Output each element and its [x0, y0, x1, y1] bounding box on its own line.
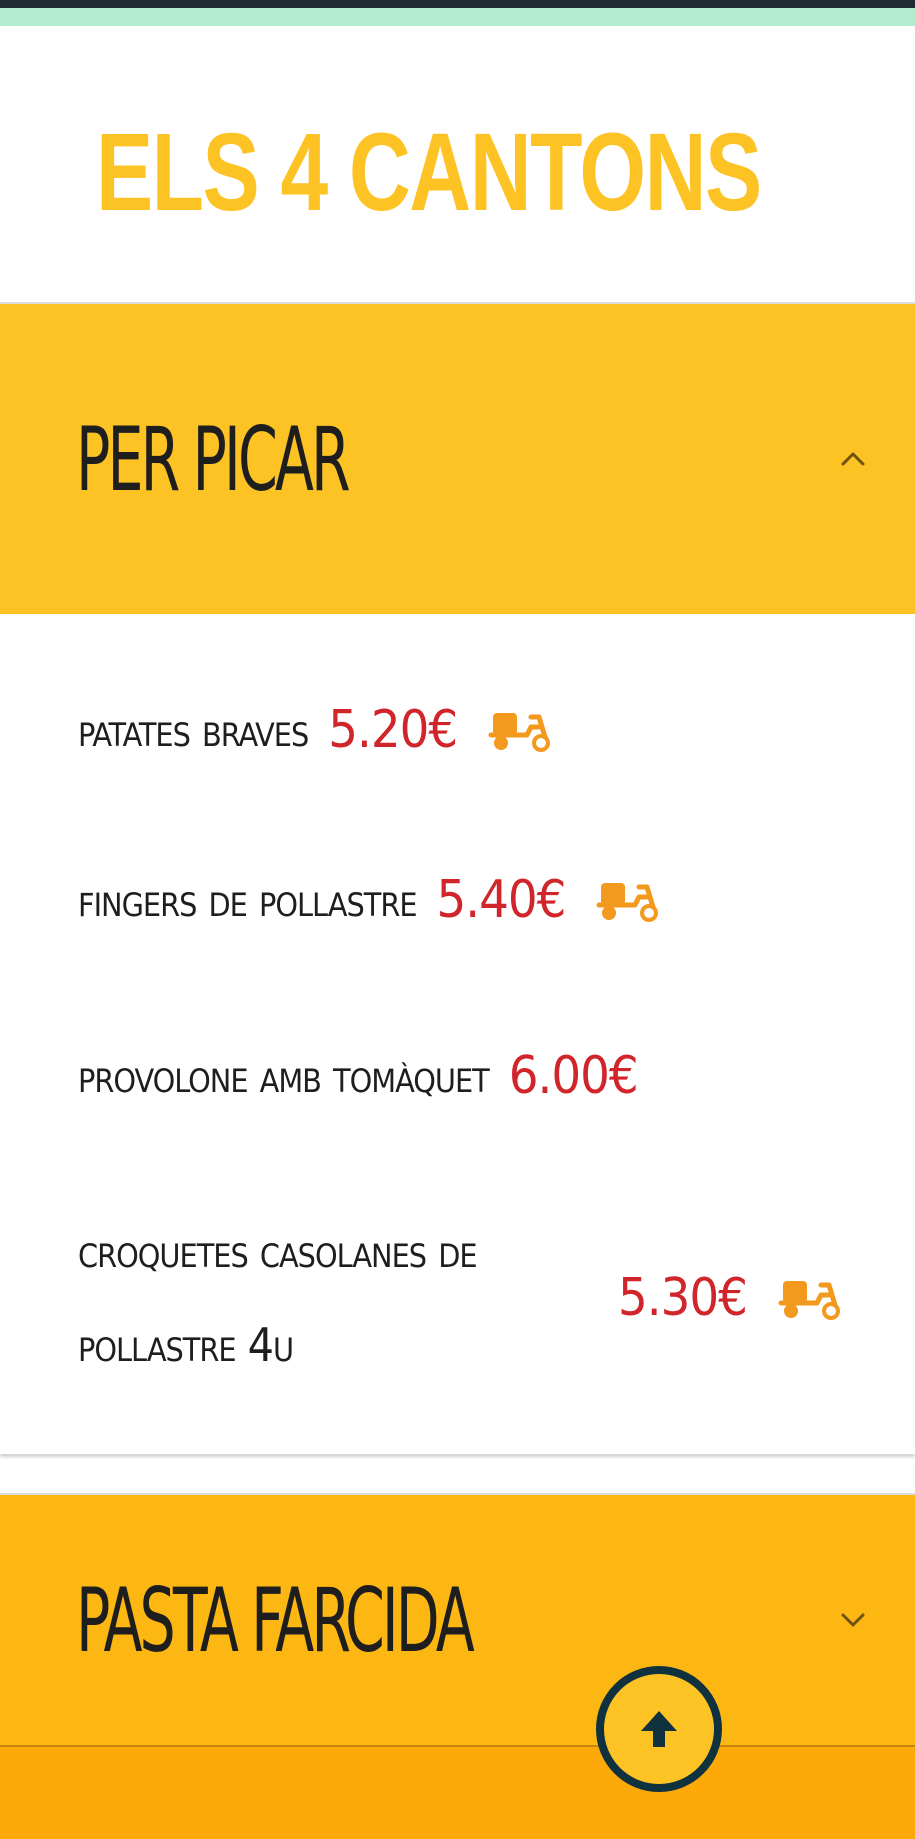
top-accent-bar: [0, 0, 915, 26]
menu-item[interactable]: Croquetes casolanes de pollastre 4u 5.30…: [78, 1204, 841, 1392]
section-title: PER PICAR: [76, 407, 351, 511]
delivery-scooter-icon: [487, 707, 551, 753]
menu-items-panel: Patates braves 5.20€ Fingers de pollastr…: [0, 614, 915, 1454]
menu-item[interactable]: Patates braves 5.20€: [78, 700, 551, 760]
section-header-pasta-farcida[interactable]: PASTA FARCIDA: [0, 1493, 915, 1745]
delivery-scooter-icon: [595, 877, 659, 923]
chevron-up-icon[interactable]: [837, 443, 869, 475]
menu-item[interactable]: Provolone amb tomàquet 6.00€: [78, 1046, 639, 1106]
delivery-scooter-icon: [777, 1275, 841, 1321]
chevron-down-icon[interactable]: [837, 1604, 869, 1636]
section-title: PASTA FARCIDA: [76, 1568, 475, 1672]
back-to-top-button[interactable]: [596, 1666, 722, 1792]
menu-item-price: 5.30€: [618, 1268, 748, 1328]
menu-item-name: Patates braves: [78, 703, 309, 757]
menu-item-name: Fingers de pollastre: [78, 873, 418, 927]
menu-item-name: Provolone amb tomàquet: [78, 1049, 490, 1103]
next-section-header-partial[interactable]: [0, 1745, 915, 1839]
menu-item-name: Croquetes casolanes de pollastre 4u: [78, 1224, 478, 1372]
section-header-per-picar[interactable]: PER PICAR: [0, 302, 915, 614]
menu-item-price: 6.00€: [508, 1046, 639, 1106]
arrow-up-icon: [641, 1711, 677, 1747]
menu-item-price: 5.40€: [436, 870, 567, 930]
menu-item[interactable]: Fingers de pollastre 5.40€: [78, 870, 659, 930]
restaurant-logo-title: ELS 4 CANTONS: [96, 111, 762, 234]
menu-item-price: 5.20€: [328, 700, 458, 760]
